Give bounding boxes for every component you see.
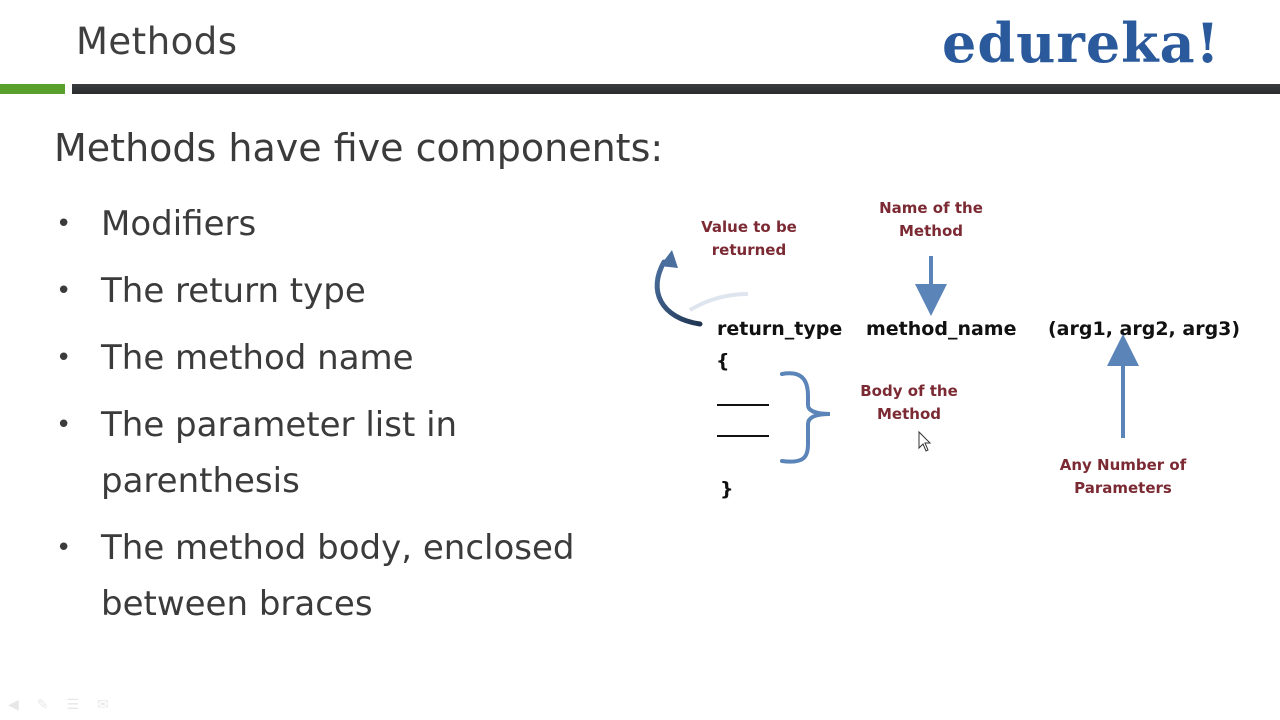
list-item: • The method name [52, 330, 652, 386]
list-item-label: The method name [101, 338, 414, 378]
params-code: (arg1, arg2, arg3) [1048, 318, 1241, 340]
list-item: • The method body, enclosed between brace… [52, 520, 652, 632]
bullet-icon: • [56, 209, 72, 239]
bullet-icon: • [56, 533, 72, 563]
method-name-code: method_name [866, 318, 1017, 340]
list-item-label: The parameter list in parenthesis [101, 405, 458, 501]
pen-icon[interactable]: ✎ [37, 696, 49, 713]
bullet-icon: • [56, 276, 72, 306]
edureka-logo: edureka! [942, 11, 1221, 75]
menu-icon[interactable]: ☰ [67, 696, 80, 713]
intro-text: Methods have five components: [54, 126, 664, 170]
list-item-label: The return type [101, 271, 366, 311]
return-type-code: return_type [717, 318, 843, 340]
slide-title: Methods [76, 20, 238, 63]
list-item: • The parameter list in parenthesis [52, 397, 652, 509]
method-name-annotation: Name of the Method [879, 199, 983, 240]
back-icon[interactable]: ◀ [8, 696, 19, 713]
bullet-icon: • [56, 410, 72, 440]
components-list: • Modifiers • The return type • The method … [52, 196, 652, 643]
close-brace: } [720, 478, 734, 500]
body-curly-brace-icon [780, 371, 831, 464]
comment-icon[interactable]: ✉ [97, 696, 109, 713]
body-annotation: Body of the Method [860, 382, 958, 423]
return-curve-arrow [654, 259, 703, 327]
return-curve-tail [688, 292, 749, 312]
list-item-label: The method body, enclosed between braces [101, 528, 575, 624]
list-item-label: Modifiers [101, 204, 257, 244]
header-accent-bar [0, 84, 65, 94]
bullet-icon: • [56, 343, 72, 373]
open-brace: { [716, 350, 730, 372]
list-item: • Modifiers [52, 196, 652, 252]
return-curve-arrowhead [660, 250, 678, 268]
return-value-annotation: Value to be returned [701, 218, 797, 259]
mouse-cursor-icon [918, 430, 932, 452]
header-divider-bar [72, 84, 1280, 94]
player-controls: ◀ ✎ ☰ ✉ [8, 696, 109, 713]
list-item: • The return type [52, 263, 652, 319]
params-annotation: Any Number of Parameters [1059, 456, 1187, 497]
